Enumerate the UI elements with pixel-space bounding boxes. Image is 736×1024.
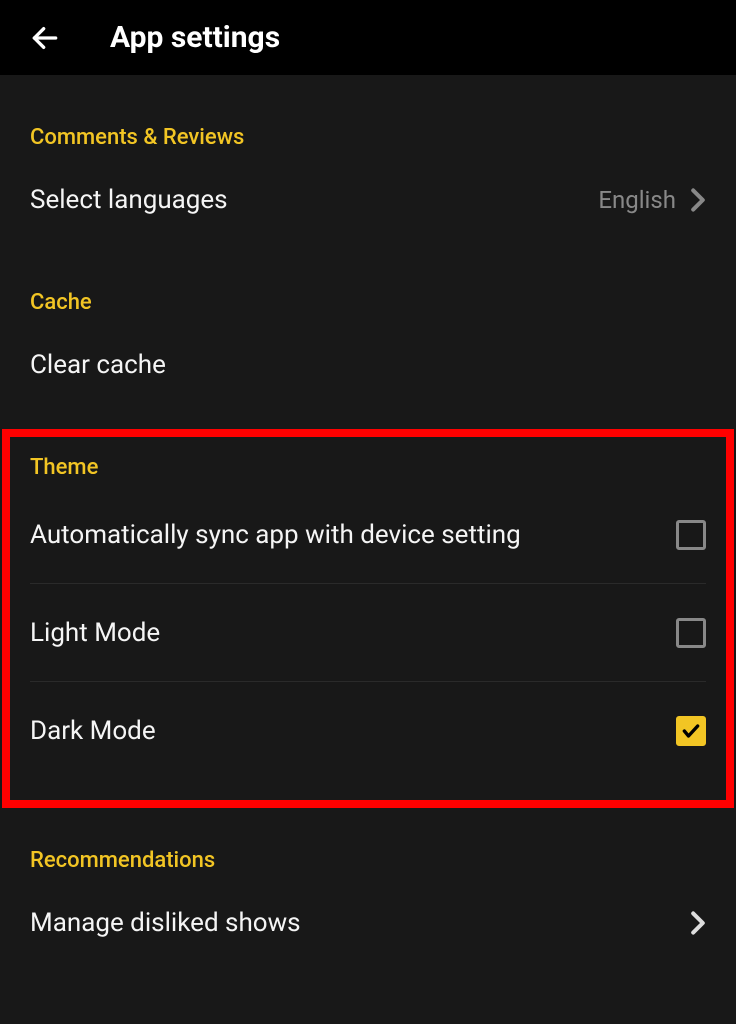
- theme-light-checkbox[interactable]: [676, 618, 706, 648]
- select-languages-row[interactable]: Select languages English: [30, 160, 706, 240]
- theme-dark-checkbox[interactable]: [676, 716, 706, 746]
- theme-light-row[interactable]: Light Mode: [30, 584, 706, 682]
- clear-cache-row[interactable]: Clear cache: [30, 325, 706, 405]
- theme-dark-label: Dark Mode: [30, 716, 156, 746]
- manage-disliked-right: [690, 910, 706, 936]
- check-icon: [681, 721, 701, 741]
- theme-auto-row[interactable]: Automatically sync app with device setti…: [30, 486, 706, 584]
- manage-disliked-row[interactable]: Manage disliked shows: [30, 883, 706, 963]
- section-recommendations: Recommendations Manage disliked shows: [0, 808, 736, 963]
- section-cache: Cache Clear cache: [0, 240, 736, 405]
- back-button[interactable]: [20, 13, 70, 63]
- chevron-right-icon: [690, 187, 706, 213]
- chevron-right-icon: [690, 910, 706, 936]
- clear-cache-label: Clear cache: [30, 350, 166, 380]
- section-header-recommendations: Recommendations: [30, 808, 706, 883]
- app-header: App settings: [0, 0, 736, 75]
- section-header-theme: Theme: [30, 437, 706, 486]
- section-header-comments: Comments & Reviews: [30, 75, 706, 160]
- theme-auto-checkbox[interactable]: [676, 520, 706, 550]
- select-languages-label: Select languages: [30, 185, 228, 215]
- manage-disliked-label: Manage disliked shows: [30, 908, 301, 938]
- select-languages-value-wrap: English: [598, 186, 706, 214]
- theme-auto-label: Automatically sync app with device setti…: [30, 520, 521, 550]
- theme-light-label: Light Mode: [30, 618, 160, 648]
- theme-dark-row[interactable]: Dark Mode: [30, 682, 706, 780]
- section-header-cache: Cache: [30, 240, 706, 325]
- theme-section-highlight: Theme Automatically sync app with device…: [2, 429, 734, 808]
- select-languages-value: English: [598, 186, 676, 214]
- page-title: App settings: [110, 20, 280, 55]
- section-comments-reviews: Comments & Reviews Select languages Engl…: [0, 75, 736, 240]
- back-arrow-icon: [29, 22, 61, 54]
